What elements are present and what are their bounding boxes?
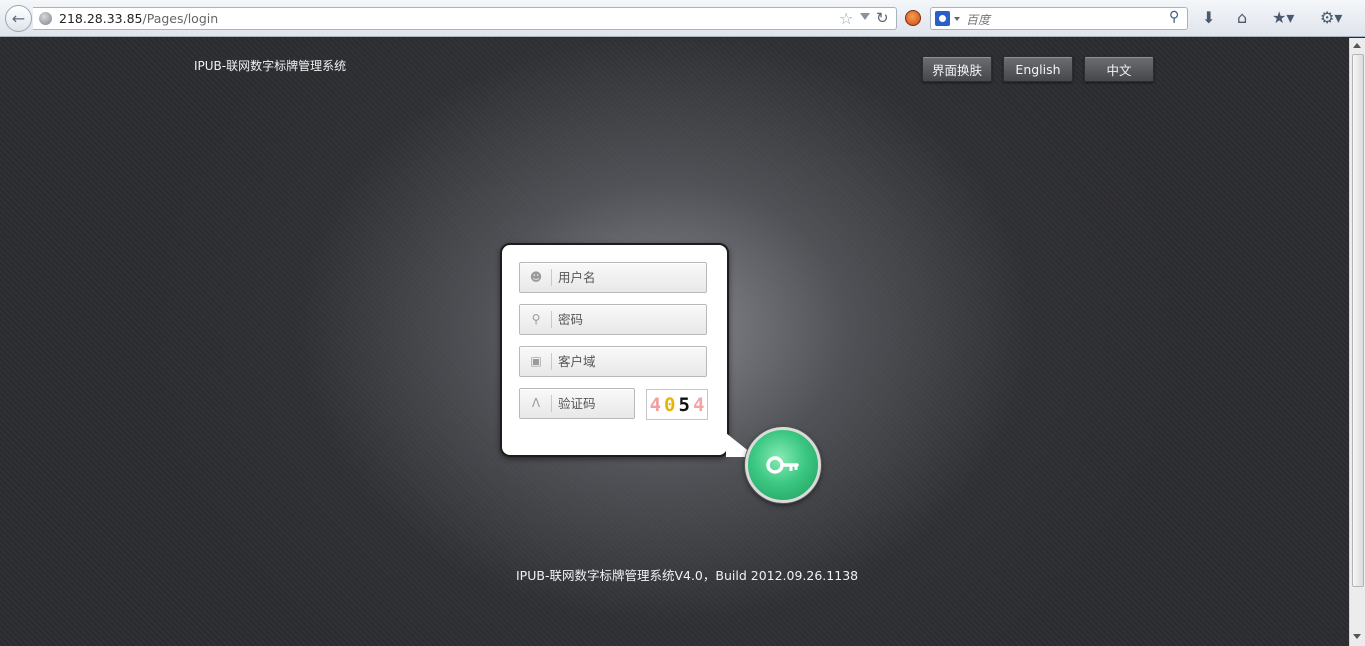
login-panel: ☻ ⚲ ▣ Λ 4 0 5 4 <box>500 243 729 457</box>
url-path: /Pages/login <box>142 11 219 26</box>
username-input[interactable] <box>558 267 698 288</box>
password-field[interactable]: ⚲ <box>519 304 707 335</box>
bookmarks-menu-icon[interactable]: ★▾ <box>1272 8 1294 27</box>
footer-version: IPUB-联网数字标牌管理系统V4.0，Build 2012.09.26.113… <box>516 568 859 583</box>
download-icon[interactable]: ⬇ <box>1202 8 1215 27</box>
watermark: www.wooyun.org <box>1227 627 1346 643</box>
english-button[interactable]: English <box>1003 56 1073 82</box>
login-button[interactable] <box>745 427 821 503</box>
address-bar[interactable]: 218.28.33.85/Pages/login ☆ ↻ <box>33 7 897 30</box>
back-arrow-icon[interactable]: ← <box>5 5 32 32</box>
key-icon <box>766 456 799 474</box>
password-input[interactable] <box>558 309 698 330</box>
user-icon: ☻ <box>529 270 543 284</box>
browser-toolbar: ← 218.28.33.85/Pages/login ☆ ↻ 百度 ⚲ ⬇ ⌂ … <box>0 0 1365 37</box>
history-dropdown-icon[interactable] <box>860 13 870 20</box>
divider <box>551 269 552 286</box>
extension-icon[interactable]: ⚙▾ <box>1320 8 1342 27</box>
skin-button[interactable]: 界面换肤 <box>922 56 992 82</box>
search-placeholder: 百度 <box>966 13 991 27</box>
url-host: 218.28.33.85 <box>59 11 143 26</box>
scroll-down-arrow-icon[interactable] <box>1353 634 1361 639</box>
vertical-scrollbar[interactable] <box>1349 38 1365 646</box>
domain-field[interactable]: ▣ <box>519 346 707 377</box>
search-icon[interactable]: ⚲ <box>1169 9 1179 25</box>
username-field[interactable]: ☻ <box>519 262 707 293</box>
captcha-char: 4 <box>692 393 705 416</box>
addon-basketball-icon[interactable] <box>905 10 921 26</box>
system-title: IPUB-联网数字标牌管理系统 <box>194 59 347 73</box>
captcha-input[interactable] <box>558 393 630 414</box>
search-bar[interactable]: 百度 ⚲ <box>930 7 1188 30</box>
captcha-field[interactable]: Λ <box>519 388 635 419</box>
scroll-thumb[interactable] <box>1352 54 1364 587</box>
font-a-icon: Λ <box>531 396 541 410</box>
divider <box>551 395 552 412</box>
divider <box>551 353 552 370</box>
captcha-char: 4 <box>649 393 662 416</box>
captcha-char: 0 <box>664 393 676 416</box>
captcha-image[interactable]: 4 0 5 4 <box>646 389 708 420</box>
chevron-down-icon[interactable] <box>954 17 960 21</box>
domain-input[interactable] <box>558 351 698 372</box>
captcha-char: 5 <box>678 393 690 416</box>
chinese-button[interactable]: 中文 <box>1084 56 1154 82</box>
reload-icon[interactable]: ↻ <box>876 9 889 27</box>
baidu-paw-icon[interactable] <box>935 11 950 26</box>
home-icon[interactable]: ⌂ <box>1237 8 1247 27</box>
url-text[interactable]: 218.28.33.85/Pages/login <box>59 11 218 26</box>
computer-icon: ▣ <box>530 354 542 368</box>
globe-icon <box>39 12 52 25</box>
scroll-up-arrow-icon[interactable] <box>1353 43 1361 48</box>
key-icon: ⚲ <box>531 312 541 326</box>
bookmark-star-icon[interactable]: ☆ <box>839 9 853 28</box>
login-page: IPUB-联网数字标牌管理系统 界面换肤 English 中文 ☻ ⚲ ▣ Λ … <box>0 38 1349 646</box>
divider <box>551 311 552 328</box>
